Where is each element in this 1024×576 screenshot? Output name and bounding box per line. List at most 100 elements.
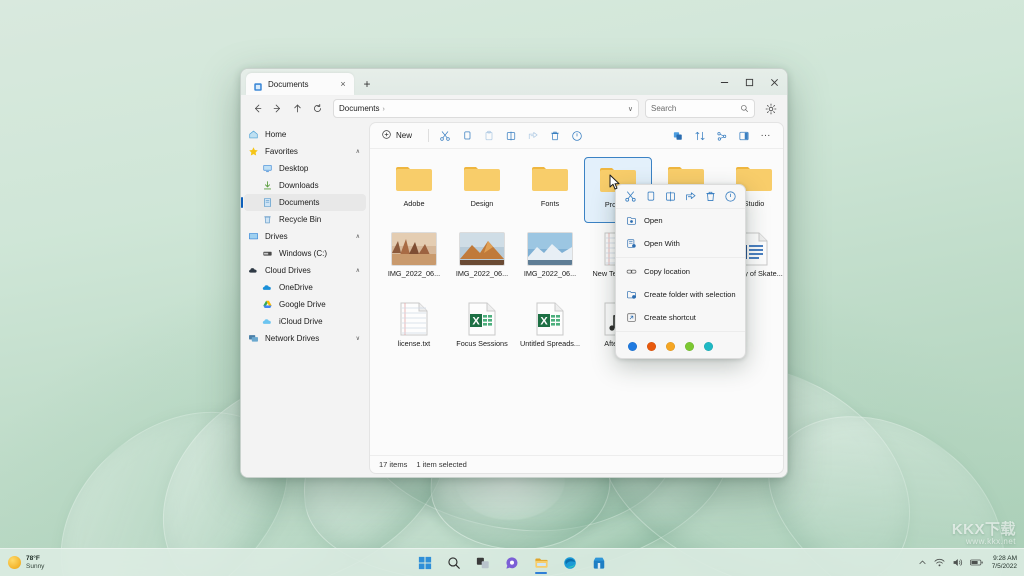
view-layout-icon[interactable] [733,126,754,146]
task-view-icon[interactable] [474,552,492,574]
sun-icon [8,556,21,569]
color-swatch-teal[interactable] [704,342,713,351]
search-icon[interactable] [445,552,463,574]
chevron-up-icon[interactable]: ∧ [356,233,362,240]
link-icon [625,266,637,278]
context-menu-divider [616,331,745,332]
properties-icon[interactable] [722,189,738,205]
file-item-excel[interactable]: X Untitled Spreads... [516,297,584,363]
new-tab-button[interactable]: + [358,75,376,93]
weather-condition: Sunny [26,563,44,570]
tab-documents[interactable]: Documents × [246,73,354,95]
share-icon[interactable] [682,189,698,205]
network-icon [248,333,259,344]
paste-icon[interactable] [478,126,499,146]
properties-icon[interactable] [566,126,587,146]
edge-icon[interactable] [561,552,579,574]
cut-icon[interactable] [623,189,639,205]
file-item-folder[interactable]: Design [448,157,516,223]
weather-widget[interactable]: 78°F Sunny [0,549,52,576]
close-button[interactable] [762,69,787,95]
start-button[interactable] [416,552,434,574]
delete-icon[interactable] [544,126,565,146]
tab-close-icon[interactable]: × [337,78,349,90]
more-options-icon[interactable]: ··· [755,126,776,146]
sidebar-label: Google Drive [279,300,326,309]
search-box[interactable]: Search [645,99,755,118]
store-icon[interactable] [590,552,608,574]
chevron-up-icon[interactable]: ∧ [356,267,362,274]
sidebar-item-drives[interactable]: Drives ∧ [244,228,366,245]
sidebar-item-favorites[interactable]: Favorites ∧ [244,143,366,160]
folder-icon [528,161,572,197]
share-icon[interactable] [522,126,543,146]
color-swatch-orange[interactable] [647,342,656,351]
forward-arrow-icon[interactable] [268,99,287,118]
context-menu-item-open[interactable]: Open [616,209,745,232]
group-icon[interactable] [711,126,732,146]
maximize-button[interactable] [737,69,762,95]
sidebar-label: Windows (C:) [279,249,327,258]
context-menu-item-copy-location[interactable]: Copy location [616,260,745,283]
sidebar-item-network-drives[interactable]: Network Drives ∨ [244,330,366,347]
sidebar-item-recycle-bin[interactable]: Recycle Bin [244,211,366,228]
sidebar-item-cloud-drives[interactable]: Cloud Drives ∧ [244,262,366,279]
copy-icon[interactable] [643,189,659,205]
up-arrow-icon[interactable] [288,99,307,118]
clock[interactable]: 9:28 AM 7/5/2022 [990,555,1017,569]
watermark: KKX下载 www.kkx.net [952,518,1016,546]
navigation-sidebar: Home Favorites ∧ Desktop Downloads [241,122,369,477]
context-menu-item-create-shortcut[interactable]: Create shortcut [616,306,745,329]
back-arrow-icon[interactable] [248,99,267,118]
color-swatch-blue[interactable] [628,342,637,351]
file-item-folder[interactable]: Adobe [380,157,448,223]
color-swatch-green[interactable] [685,342,694,351]
file-item-excel[interactable]: X Focus Sessions [448,297,516,363]
sidebar-label: Recycle Bin [279,215,321,224]
file-explorer-icon[interactable] [532,552,550,574]
sort-order-icon[interactable] [689,126,710,146]
context-menu: Open Open With Copy location Create fold… [615,184,746,359]
sidebar-item-icloud-drive[interactable]: iCloud Drive [244,313,366,330]
sidebar-item-onedrive[interactable]: OneDrive [244,279,366,296]
sort-icon[interactable] [667,126,688,146]
breadcrumb[interactable]: Documents› [339,104,385,113]
settings-gear-icon[interactable] [761,99,780,118]
navigation-bar: Documents› ∨ Search [241,95,787,122]
rename-icon[interactable] [663,189,679,205]
search-input[interactable]: Search [651,104,736,113]
chevron-down-icon[interactable]: ∨ [628,105,633,113]
file-item-text[interactable]: license.txt [380,297,448,363]
minimize-button[interactable] [712,69,737,95]
cut-icon[interactable] [434,126,455,146]
chat-icon[interactable] [503,552,521,574]
item-count: 17 items [379,460,407,469]
volume-icon[interactable] [952,557,963,568]
address-bar[interactable]: Documents› ∨ [333,99,639,118]
file-item-photo[interactable]: IMG_2022_06... [380,227,448,293]
battery-icon[interactable] [970,558,983,567]
delete-icon[interactable] [702,189,718,205]
wifi-icon[interactable] [934,557,945,568]
refresh-icon[interactable] [308,99,327,118]
sidebar-item-desktop[interactable]: Desktop [244,160,366,177]
sidebar-item-home[interactable]: Home [244,126,366,143]
sidebar-item-documents[interactable]: Documents [244,194,366,211]
file-item-folder[interactable]: Fonts [516,157,584,223]
monitor-icon [248,231,259,242]
chevron-down-icon[interactable]: ∨ [356,335,362,342]
sidebar-item-windows-c[interactable]: Windows (C:) [244,245,366,262]
sidebar-item-downloads[interactable]: Downloads [244,177,366,194]
sidebar-item-google-drive[interactable]: Google Drive [244,296,366,313]
context-menu-item-create-folder-with-selection[interactable]: Create folder with selection [616,283,745,306]
sidebar-label: Favorites [265,147,298,156]
color-swatch-yellow[interactable] [666,342,675,351]
chevron-up-icon[interactable]: ∧ [356,148,362,155]
file-item-photo[interactable]: IMG_2022_06... [448,227,516,293]
rename-icon[interactable] [500,126,521,146]
context-menu-item-open-with[interactable]: Open With [616,232,745,255]
file-item-photo[interactable]: IMG_2022_06... [516,227,584,293]
new-button[interactable]: New [377,126,419,145]
show-hidden-icons[interactable] [918,558,927,567]
copy-icon[interactable] [456,126,477,146]
